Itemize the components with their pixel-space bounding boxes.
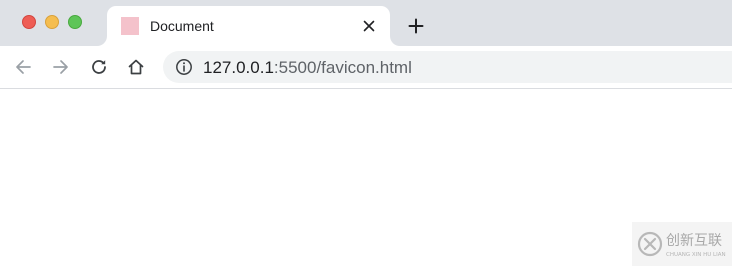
favicon-icon [121, 17, 139, 35]
plus-icon [408, 18, 424, 34]
url-path: :5500/favicon.html [273, 58, 412, 77]
page-content [0, 89, 732, 266]
address-bar[interactable]: 127.0.0.1:5500/favicon.html [163, 51, 732, 83]
window-maximize-button[interactable] [68, 15, 82, 29]
tab-title: Document [150, 18, 214, 34]
arrow-right-icon [53, 60, 68, 74]
window-minimize-button[interactable] [45, 15, 59, 29]
toolbar: 127.0.0.1:5500/favicon.html [0, 46, 732, 89]
reload-button[interactable] [86, 54, 112, 80]
watermark-subtext: CHUANG XIN HU LIAN [666, 252, 726, 258]
new-tab-button[interactable] [403, 13, 429, 39]
tab-document[interactable]: Document [107, 6, 390, 46]
info-icon[interactable] [175, 58, 193, 76]
url-text[interactable]: 127.0.0.1:5500/favicon.html [203, 58, 412, 77]
home-button[interactable] [123, 54, 149, 80]
close-icon [363, 20, 375, 32]
window-close-button[interactable] [22, 15, 36, 29]
watermark-brand: 创新互联 [666, 233, 722, 249]
arrow-left-icon [16, 60, 31, 74]
forward-button[interactable] [48, 54, 74, 80]
browser-window: Document 127.0.0.1:5500/favicon.html 创新互… [0, 0, 732, 266]
brand-logo-icon [637, 231, 663, 257]
url-host: 127.0.0.1 [203, 58, 274, 77]
watermark: 创新互联 CHUANG XIN HU LIAN [632, 222, 732, 266]
tab-strip: Document [0, 0, 732, 46]
reload-icon [92, 60, 106, 74]
tab-close-button[interactable] [359, 16, 379, 36]
back-button[interactable] [10, 54, 36, 80]
watermark-text: 创新互联 CHUANG XIN HU LIAN [666, 233, 726, 258]
home-icon [128, 59, 144, 75]
